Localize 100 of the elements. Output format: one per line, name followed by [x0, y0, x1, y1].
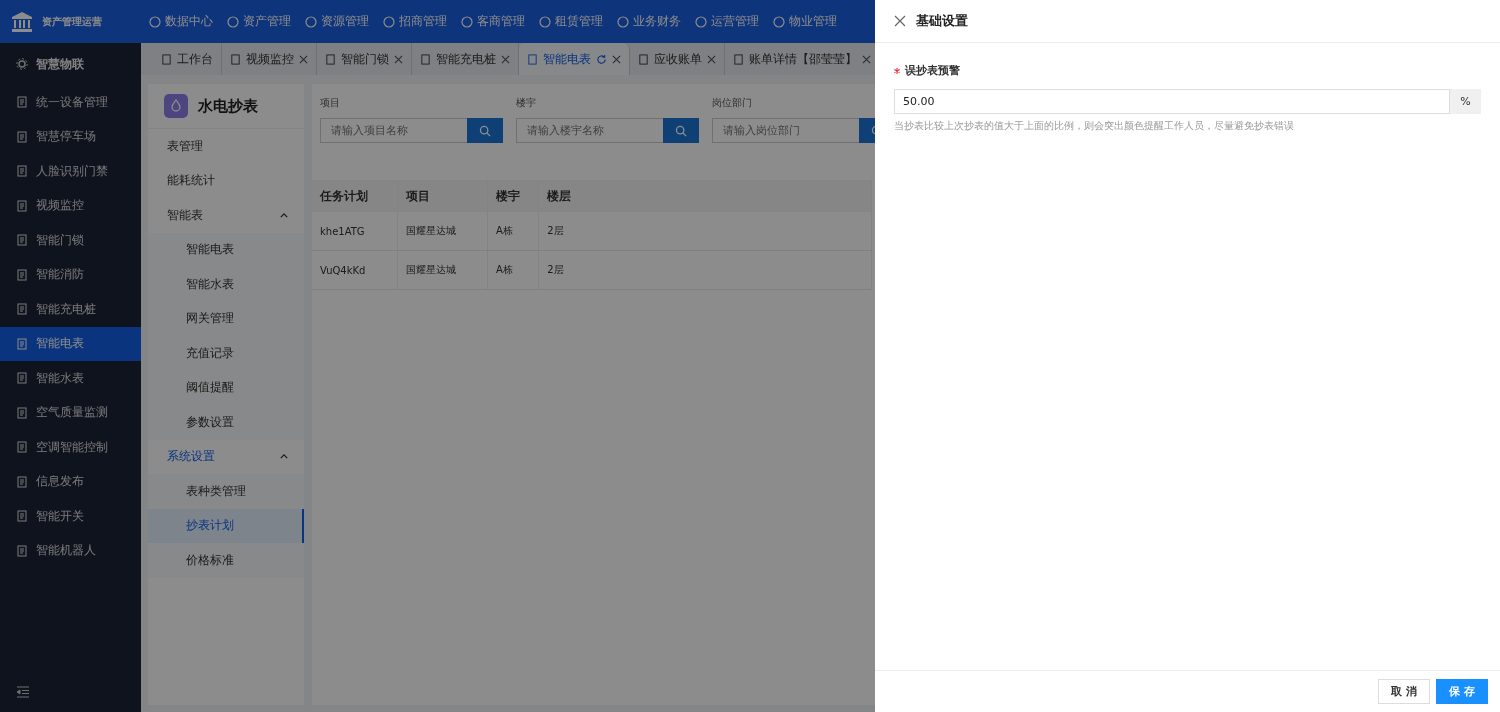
table-cell: khe1ATG [312, 212, 398, 251]
sidebar-item[interactable]: 信息发布 [0, 464, 141, 499]
sidebar-item[interactable]: 空调智能控制 [0, 430, 141, 465]
close-icon[interactable] [862, 54, 871, 64]
submenu-item[interactable]: 智能水表 [148, 267, 304, 302]
close-icon[interactable] [612, 54, 621, 64]
close-icon[interactable] [394, 54, 403, 64]
document-icon [16, 96, 28, 109]
circle-icon [539, 15, 551, 28]
table-cell: A栋 [487, 212, 539, 251]
tab[interactable]: 智能门锁 [317, 43, 412, 75]
tab[interactable]: 视频监控 [222, 43, 317, 75]
nav-item[interactable]: 业务财务 [611, 13, 687, 30]
table-cell: A栋 [487, 250, 539, 290]
droplet-icon [164, 94, 188, 118]
circle-icon [695, 15, 707, 28]
table-cell: 2层 [538, 212, 872, 251]
close-icon[interactable] [707, 54, 716, 64]
input-field[interactable]: 50.00 [894, 89, 1450, 114]
sidebar-item[interactable]: 智能水表 [0, 361, 141, 396]
submenu-item[interactable]: 充值记录 [148, 336, 304, 371]
circle-icon [227, 15, 239, 28]
circle-icon [617, 15, 629, 28]
nav-item[interactable]: 资产管理 [221, 13, 297, 30]
nav-item[interactable]: 客商管理 [455, 13, 531, 30]
sidebar-item[interactable]: 智能电表 [0, 326, 141, 361]
unit-addon: % [1450, 89, 1481, 114]
document-icon [733, 53, 744, 65]
filter-label: 岗位部门 [712, 96, 753, 110]
close-icon[interactable] [501, 54, 510, 64]
circle-icon [461, 15, 473, 28]
sidebar-item[interactable]: 智能充电桩 [0, 292, 141, 327]
nav-item[interactable]: 数据中心 [143, 13, 219, 30]
submenu-item[interactable]: 网关管理 [148, 301, 304, 336]
nav-item[interactable]: 资源管理 [299, 13, 375, 30]
nav-item[interactable]: 租赁管理 [533, 13, 609, 30]
collapse-menu-icon[interactable] [16, 686, 30, 698]
table-cell: 2层 [538, 250, 872, 290]
cancel-button[interactable]: 取 消 [1378, 679, 1431, 704]
tab[interactable]: 智能电表 [519, 43, 630, 75]
sidebar-item[interactable]: 智能开关 [0, 499, 141, 534]
document-icon [161, 53, 172, 65]
submenu-item[interactable]: 价格标准 [148, 543, 304, 578]
document-icon [16, 544, 28, 557]
document-icon [16, 303, 28, 316]
search-icon [479, 124, 491, 137]
submenu-item[interactable]: 抄表计划 [148, 508, 304, 543]
circle-icon [149, 15, 161, 28]
sidebar-item[interactable]: 视频监控 [0, 188, 141, 223]
sidebar-item[interactable]: 统一设备管理 [0, 85, 141, 120]
tab[interactable]: 应收账单 [630, 43, 725, 75]
submenu-item[interactable]: 表种类管理 [148, 474, 304, 509]
nav-item[interactable]: 物业管理 [767, 13, 843, 30]
table-cell: VuQ4kKd [312, 250, 398, 290]
document-icon [16, 165, 28, 178]
document-icon [16, 441, 28, 454]
filter-label: 楼宇 [516, 96, 537, 110]
sidebar-item[interactable]: 智慧停车场 [0, 119, 141, 154]
save-button[interactable]: 保 存 [1436, 679, 1488, 704]
submenu-item[interactable]: 阈值提醒 [148, 370, 304, 405]
document-icon [16, 510, 28, 523]
document-icon [420, 53, 431, 65]
sidebar-item[interactable]: 智能消防 [0, 257, 141, 292]
building-columns-icon [10, 9, 34, 34]
sidebar-item[interactable]: 人脸识别门禁 [0, 154, 141, 189]
nav-item[interactable]: 运营管理 [689, 13, 765, 30]
close-icon[interactable] [894, 15, 906, 27]
drawer-title: 基础设置 [916, 12, 968, 30]
document-icon [16, 372, 28, 385]
document-icon [325, 53, 336, 65]
app-title: 资产管理运营 [42, 14, 102, 29]
circle-icon [383, 15, 395, 28]
submenu-item[interactable]: 智能电表 [148, 232, 304, 267]
search-button[interactable] [663, 118, 699, 143]
submenu-item[interactable]: 参数设置 [148, 405, 304, 440]
document-icon [16, 268, 28, 281]
document-icon [16, 475, 28, 488]
search-field[interactable]: 请输入项目名称 [320, 118, 467, 143]
sidebar-item[interactable]: 智能门锁 [0, 223, 141, 258]
sidebar-header: 智慧物联 [0, 43, 141, 85]
circle-icon [305, 15, 317, 28]
field-label: 误抄表预警 [905, 63, 960, 78]
column-header: 楼宇 [487, 180, 539, 212]
refresh-icon[interactable] [596, 53, 607, 65]
sidebar-item[interactable]: 智能机器人 [0, 533, 141, 568]
nav-item[interactable]: 招商管理 [377, 13, 453, 30]
column-header: 项目 [397, 180, 488, 212]
column-header: 楼层 [538, 180, 872, 212]
close-icon[interactable] [299, 54, 308, 64]
sidebar-item[interactable]: 空气质量监测 [0, 395, 141, 430]
document-icon [16, 234, 28, 247]
document-icon [16, 337, 28, 350]
search-button[interactable] [467, 118, 503, 143]
table-cell: 国耀星达城 [397, 250, 488, 290]
document-icon [638, 53, 649, 65]
search-field[interactable]: 请输入楼宇名称 [516, 118, 663, 143]
search-field[interactable]: 请输入岗位部门 [712, 118, 859, 143]
document-icon [16, 406, 28, 419]
field-hint: 当抄表比较上次抄表的值大于上面的比例，则会突出颜色提醒工作人员，尽量避免抄表错误 [894, 119, 1295, 133]
tab[interactable]: 工作台 [153, 43, 222, 75]
